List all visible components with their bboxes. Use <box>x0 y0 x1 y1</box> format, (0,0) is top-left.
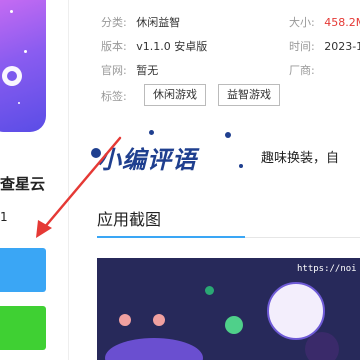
character-hat <box>305 332 339 360</box>
review-tagline: 趣味换装，自 <box>261 151 340 166</box>
editor-review-banner: 小编评语 趣味换装，自 <box>89 120 360 190</box>
app-name: 查星云 <box>0 175 46 193</box>
time-row: 时间: 2023-1 <box>289 38 360 54</box>
flower-icon <box>119 314 131 326</box>
screenshots-heading: 应用截图 <box>97 210 162 229</box>
tags-label: 标签: <box>101 90 127 103</box>
ink-splash <box>239 164 243 168</box>
tag-puzzle-games[interactable]: 益智游戏 <box>218 84 280 106</box>
download-button[interactable] <box>0 248 46 292</box>
app-screenshot[interactable]: https://noi <box>97 258 360 360</box>
screenshot-url-text: https://noi <box>297 264 357 274</box>
star-icon <box>205 286 214 295</box>
size-value: 458.2M <box>324 16 360 29</box>
character-body <box>105 338 203 360</box>
flower-icon <box>153 314 165 326</box>
time-label: 时间: <box>289 40 315 53</box>
website-value: 暂无 <box>136 64 159 77</box>
category-row: 分类: 休闲益智 <box>101 14 180 30</box>
version-label: 版本: <box>101 40 127 53</box>
version-value: v1.1.0 安卓版 <box>136 40 208 53</box>
app-meta: 1 <box>0 210 8 224</box>
ink-splash <box>149 130 154 135</box>
planet-core-icon <box>7 71 17 81</box>
sparkle-icon <box>10 10 13 13</box>
size-label: 大小: <box>289 16 315 29</box>
size-row: 大小: 458.2M <box>289 14 360 30</box>
time-value: 2023-1 <box>324 40 360 53</box>
left-column: 查星云 1 <box>0 0 62 360</box>
website-label: 官网: <box>101 64 127 77</box>
download-button-secondary[interactable] <box>0 306 46 350</box>
vendor-label: 厂商: <box>289 64 315 77</box>
tags-label-row: 标签: <box>101 88 127 104</box>
section-underline <box>97 236 245 238</box>
vendor-row: 厂商: <box>289 62 321 78</box>
app-icon <box>0 0 46 132</box>
ink-splash <box>225 132 231 138</box>
category-label: 分类: <box>101 16 127 29</box>
sparkle-icon <box>24 50 27 53</box>
version-row: 版本: v1.1.0 安卓版 <box>101 38 207 54</box>
app-details: 分类: 休闲益智 大小: 458.2M 版本: v1.1.0 安卓版 时间: 2… <box>69 0 360 103</box>
review-title: 小编评语 <box>97 146 197 174</box>
main-content: 分类: 休闲益智 大小: 458.2M 版本: v1.1.0 安卓版 时间: 2… <box>68 0 360 360</box>
sparkle-icon <box>18 102 20 104</box>
tag-casual-games[interactable]: 休闲游戏 <box>144 84 206 106</box>
website-row: 官网: 暂无 <box>101 62 158 78</box>
character-bubble <box>267 282 325 340</box>
category-value: 休闲益智 <box>136 16 181 29</box>
gem-icon <box>225 316 243 334</box>
